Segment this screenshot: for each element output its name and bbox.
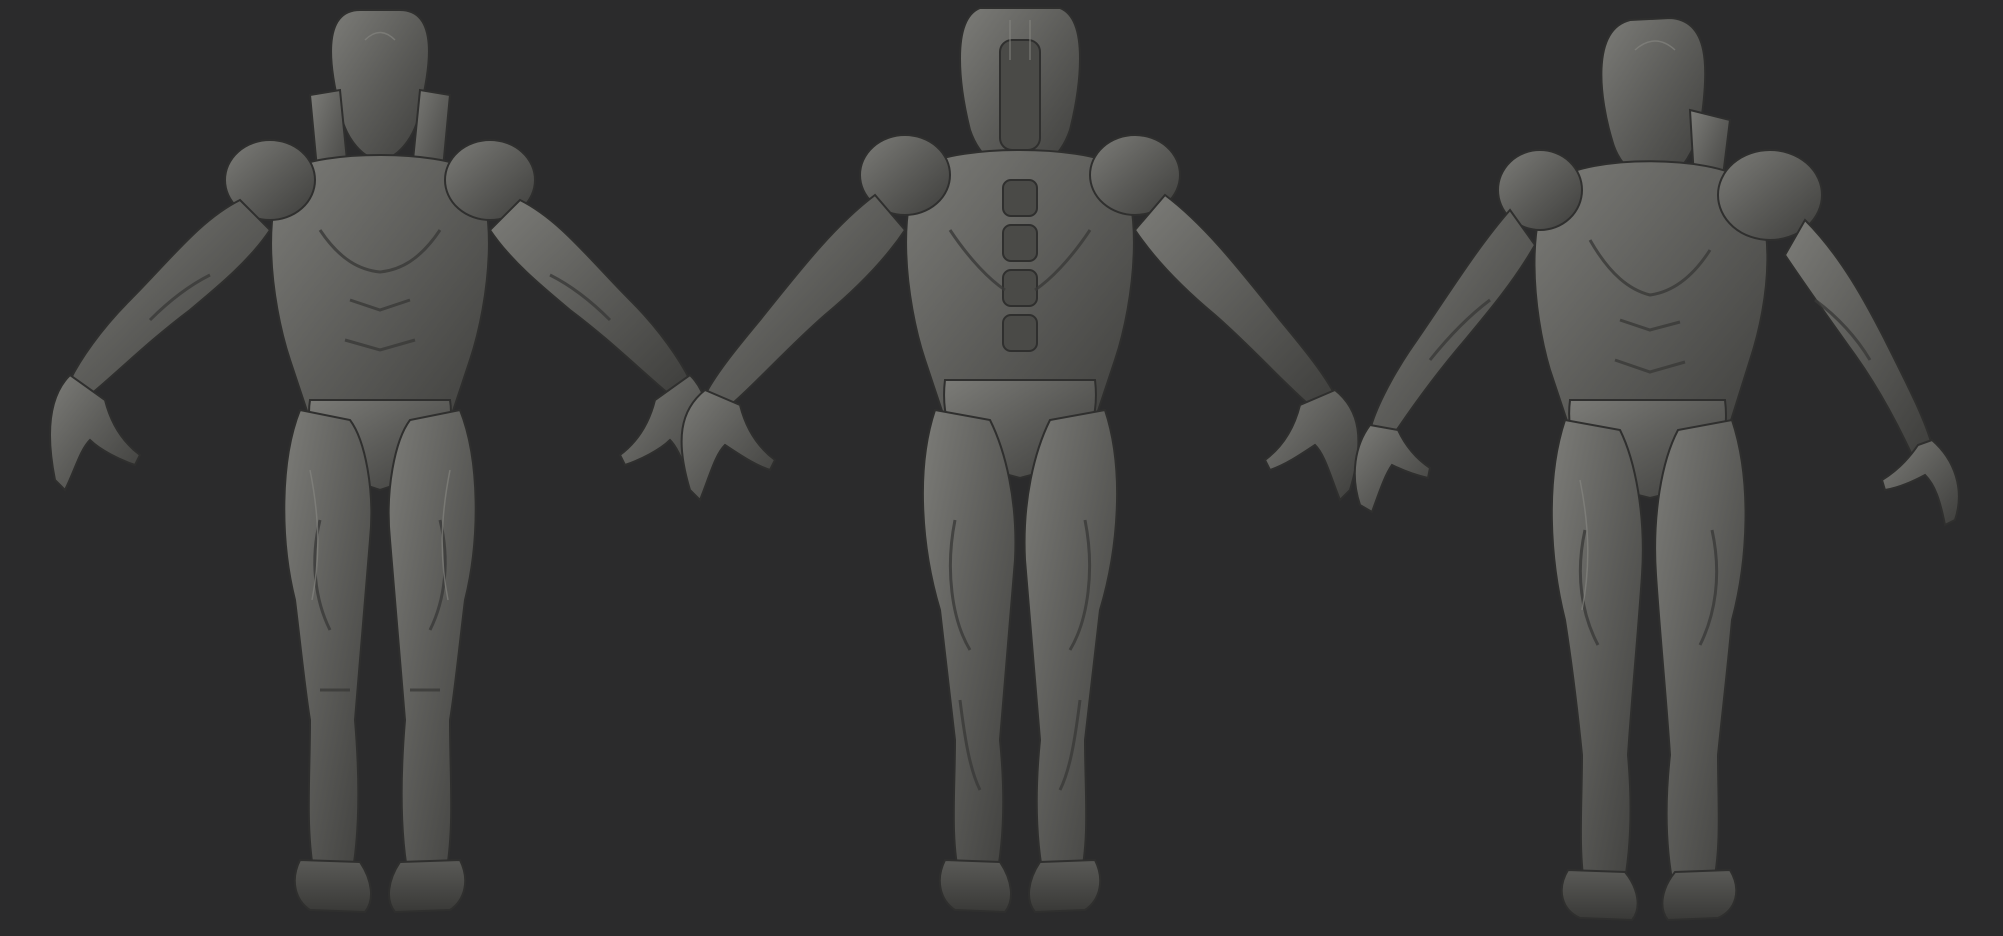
figure-back-view <box>660 0 1380 936</box>
figure-front-view <box>20 0 740 936</box>
armored-figure-three-quarter-icon <box>1353 16 1960 922</box>
armored-figure-front-icon <box>49 9 711 914</box>
figure-three-quarter-view <box>1300 0 2000 936</box>
sculpt-viewport <box>0 0 2003 936</box>
armored-figure-back-icon <box>680 7 1360 914</box>
